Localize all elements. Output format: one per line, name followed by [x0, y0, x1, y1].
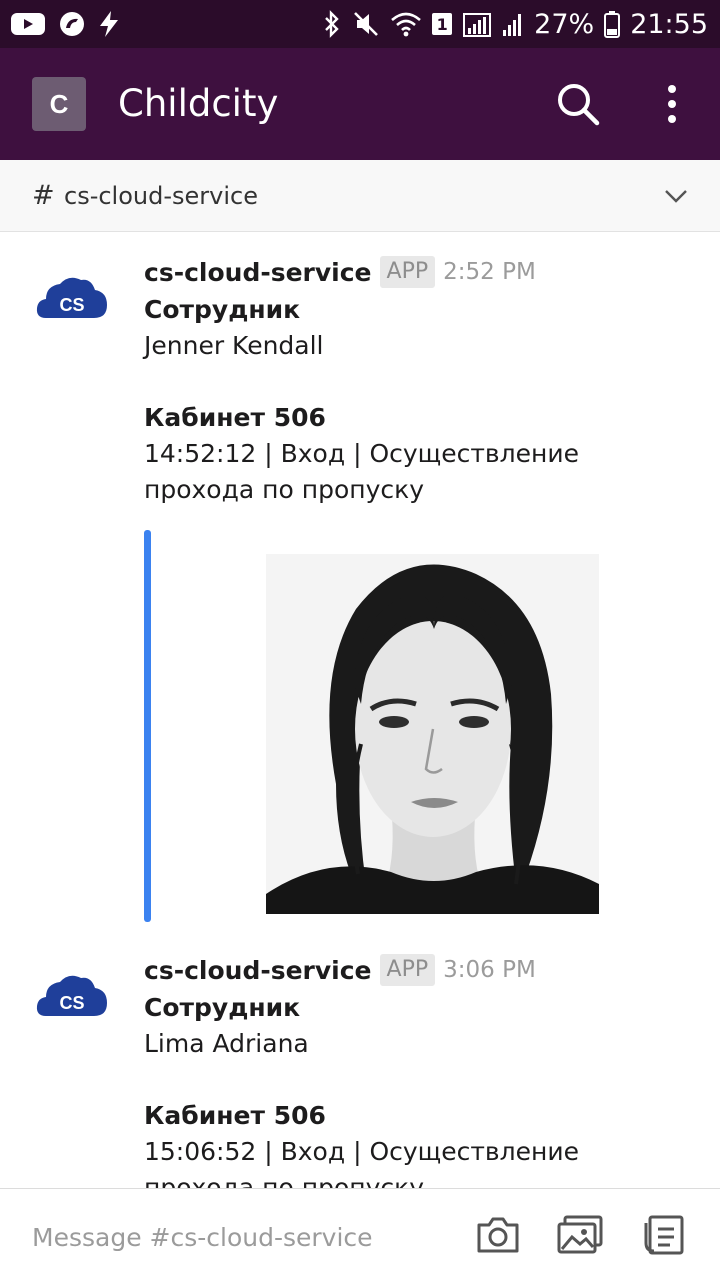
- more-vertical-icon: [668, 85, 676, 123]
- chevron-down-icon[interactable]: [662, 184, 690, 208]
- message-composer: [0, 1188, 720, 1280]
- app-badge: APP: [379, 256, 436, 288]
- message-header: cs-cloud-service APP 2:52 PM: [144, 252, 704, 292]
- field-label: Сотрудник: [144, 295, 301, 324]
- svg-text:CS: CS: [59, 993, 84, 1013]
- channel-hash: #: [32, 180, 55, 211]
- battery-icon: [604, 10, 621, 38]
- attach-file-button[interactable]: [640, 1213, 688, 1257]
- search-icon: [558, 84, 600, 126]
- status-bar: 1 27% 21:55: [0, 0, 720, 48]
- channel-name: cs-cloud-service: [64, 182, 258, 210]
- field-label: Кабинет 506: [144, 1101, 326, 1130]
- sender-name[interactable]: cs-cloud-service: [144, 258, 372, 287]
- message-input[interactable]: [32, 1217, 442, 1257]
- message-timestamp: 3:06 PM: [443, 957, 536, 983]
- sender-name[interactable]: cs-cloud-service: [144, 956, 372, 985]
- field-label: Сотрудник: [144, 993, 301, 1022]
- image-icon: [557, 1215, 603, 1254]
- signal-icon: [462, 10, 492, 38]
- field-value: Jenner Kendall: [144, 331, 324, 360]
- wifi-icon: [390, 10, 422, 38]
- file-attach-icon: [644, 1215, 684, 1255]
- message-content: cs-cloud-service APP 3:06 PM Сотрудник L…: [144, 950, 704, 1188]
- message-feed[interactable]: CS cs-cloud-service APP 2:52 PM Сотрудни…: [0, 232, 720, 1188]
- employee-photo[interactable]: [266, 554, 599, 914]
- workspace-avatar[interactable]: C: [32, 77, 86, 131]
- cs-cloud-avatar-icon[interactable]: CS: [36, 972, 108, 1020]
- message-timestamp: 2:52 PM: [443, 259, 536, 285]
- signal-icon-2: [502, 10, 524, 38]
- field-value: 15:06:52 | Вход | Осуществление: [144, 1137, 579, 1166]
- field-value: прохода по пропуску: [144, 475, 425, 504]
- app-icon: [58, 10, 86, 38]
- message-item: CS cs-cloud-service APP 3:06 PM Сотрудни…: [0, 950, 720, 1188]
- battery-percent: 27%: [534, 8, 595, 40]
- attachment-bar: [144, 530, 151, 922]
- clock: 21:55: [630, 8, 708, 40]
- svg-text:CS: CS: [59, 295, 84, 315]
- cs-cloud-avatar-icon[interactable]: CS: [36, 274, 108, 322]
- field-value: 14:52:12 | Вход | Осуществление: [144, 439, 579, 468]
- portrait-image: [266, 554, 599, 914]
- mute-icon: [352, 10, 380, 38]
- app-bar: C Childcity: [0, 48, 720, 160]
- app-badge: APP: [379, 954, 436, 986]
- gallery-button[interactable]: [556, 1213, 604, 1257]
- field-label: Кабинет 506: [144, 403, 326, 432]
- attachment: [144, 530, 604, 922]
- workspace-title[interactable]: Childcity: [118, 78, 278, 130]
- message-item: CS cs-cloud-service APP 2:52 PM Сотрудни…: [0, 252, 720, 942]
- camera-icon: [477, 1217, 519, 1253]
- bolt-icon: [98, 10, 120, 38]
- bluetooth-icon: [322, 10, 342, 38]
- youtube-icon: [10, 11, 46, 37]
- message-header: cs-cloud-service APP 3:06 PM: [144, 950, 704, 990]
- message-content: cs-cloud-service APP 2:52 PM Сотрудник J…: [144, 252, 704, 508]
- field-value: Lima Adriana: [144, 1029, 309, 1058]
- field-value: прохода по пропуску: [144, 1173, 425, 1188]
- overflow-menu-button[interactable]: [652, 80, 692, 128]
- search-button[interactable]: [554, 80, 602, 128]
- sim-slot-badge: 1: [432, 13, 453, 35]
- channel-header[interactable]: # cs-cloud-service: [0, 160, 720, 232]
- camera-button[interactable]: [474, 1213, 522, 1257]
